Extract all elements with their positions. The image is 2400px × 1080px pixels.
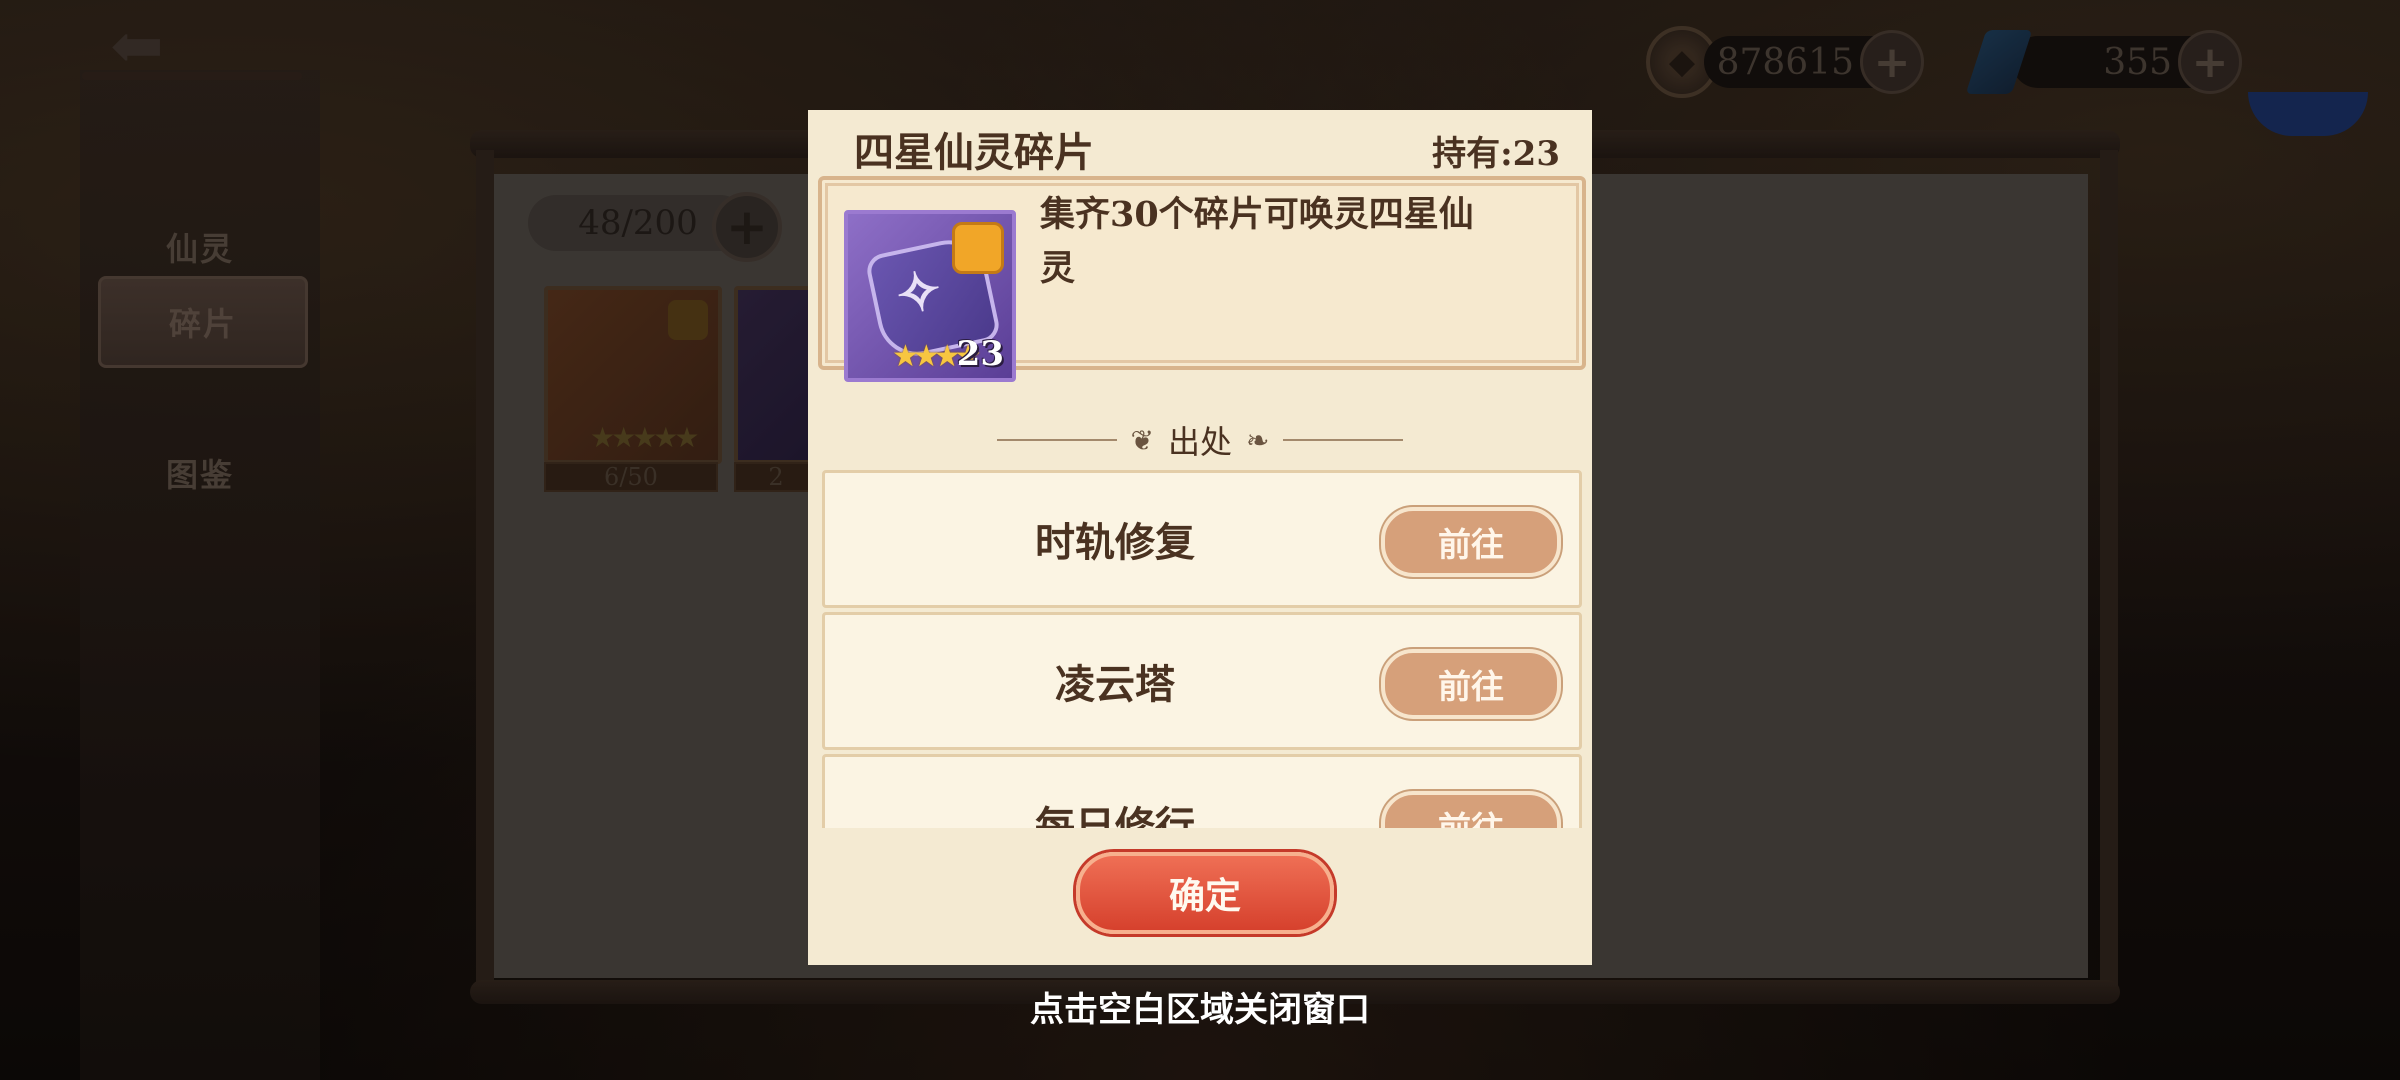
source-heading: 出处: [1167, 423, 1232, 461]
fragment-detail-dialog: 四星仙灵碎片 持有:23 ✧ ★★★★ 23 集齐30个碎片可唤灵四星仙灵 ❦ …: [808, 110, 1592, 965]
fragment-item-icon: ✧ ★★★★ 23: [844, 210, 1016, 382]
close-hint: 点击空白区域关闭窗口: [1030, 990, 1370, 1030]
source-divider: ❦ 出处 ❧: [808, 420, 1592, 461]
held-count: 持有:23: [1432, 134, 1560, 174]
divider-line: [1283, 439, 1404, 441]
divider-line: [996, 439, 1117, 441]
source-row: 时轨修复 前往: [822, 470, 1582, 608]
item-description: 集齐30个碎片可唤灵四星仙灵: [1040, 194, 1474, 289]
go-button[interactable]: 前往: [1381, 649, 1561, 719]
go-button[interactable]: 前往: [1381, 507, 1561, 577]
source-row: 凌云塔 前往: [822, 612, 1582, 750]
confirm-button[interactable]: 确定: [1076, 852, 1334, 934]
source-name: 时轨修复: [1035, 519, 1195, 566]
item-count: 23: [956, 334, 1004, 374]
dialog-title: 四星仙灵碎片: [854, 129, 1094, 176]
dialog-footer: 确定: [808, 828, 1592, 965]
puzzle-badge-icon: [952, 222, 1004, 274]
ornament-icon: ❦: [1130, 423, 1154, 457]
source-name: 凌云塔: [1055, 661, 1175, 708]
ornament-icon: ❧: [1246, 423, 1270, 457]
